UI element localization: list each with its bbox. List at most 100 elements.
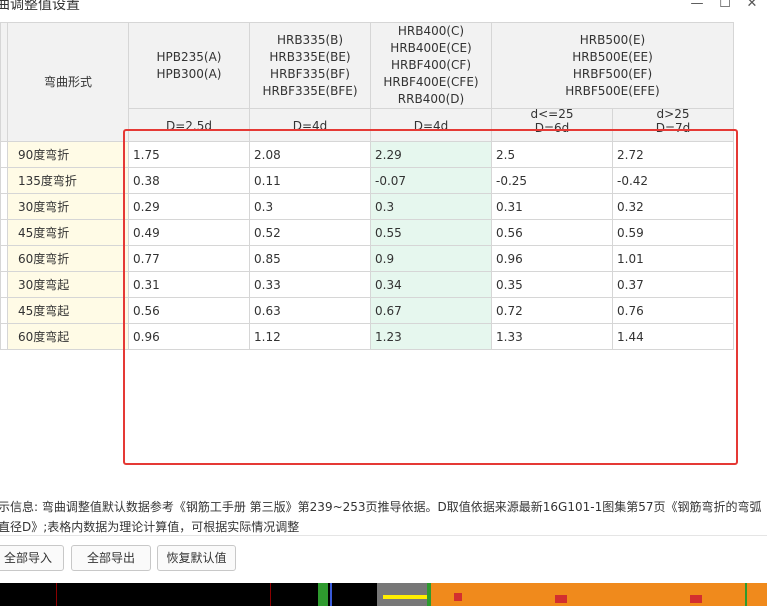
value-cell[interactable]: 0.56	[128, 297, 250, 324]
info-line-1: 示信息: 弯曲调整值默认数据参考《钢筋工手册 第三版》第239~253页推导依据…	[0, 500, 762, 514]
row-label: 30度弯起	[7, 271, 129, 298]
value-cell[interactable]: 1.33	[491, 323, 613, 350]
info-line-2: 直径D》;表格内数据为理论计算值，可根据实际情况调整	[0, 520, 300, 534]
row-label: 60度弯起	[7, 323, 129, 350]
subheader-d-4d-hrb400: D=4d	[370, 108, 492, 142]
group-header-hrb335: HRB335(B) HRB335E(BE) HRBF335(BF) HRBF33…	[249, 22, 371, 109]
export-all-button[interactable]: 全部导出	[71, 545, 151, 571]
value-cell[interactable]: 0.85	[249, 245, 371, 272]
subheader-d-4d-hrb335: D=4d	[249, 108, 371, 142]
taskbar-segment	[745, 583, 747, 606]
row-label: 60度弯折	[7, 245, 129, 272]
row-spacer	[0, 297, 8, 324]
bend-type-header: 弯曲形式	[7, 22, 129, 142]
value-cell[interactable]: 0.55	[370, 219, 492, 246]
taskbar-segment	[454, 593, 462, 601]
taskbar-segment	[270, 583, 271, 606]
maximize-icon[interactable]: ☐	[714, 0, 736, 12]
table-row: 90度弯折 1.75 2.08 2.29 2.5 2.72	[0, 141, 734, 168]
window-title: 曲调整值设置	[0, 0, 80, 13]
taskbar-segment	[427, 583, 431, 606]
group-header-hrb400: HRB400(C) HRB400E(CE) HRBF400(CF) HRBF40…	[370, 22, 492, 109]
taskbar-segment	[555, 595, 567, 603]
taskbar-strip	[0, 583, 767, 606]
subheader-d-2-5d: D=2.5d	[128, 108, 250, 142]
table-row: 60度弯折 0.77 0.85 0.9 0.96 1.01	[0, 245, 734, 272]
value-cell[interactable]: 0.63	[249, 297, 371, 324]
row-spacer	[0, 323, 8, 350]
value-cell[interactable]: 0.72	[491, 297, 613, 324]
value-cell[interactable]: 0.3	[370, 193, 492, 220]
row-label: 45度弯起	[7, 297, 129, 324]
value-cell[interactable]: 0.76	[612, 297, 734, 324]
bend-adjust-table: 弯曲形式 HPB235(A) HPB300(A) HRB335(B) HRB33…	[0, 22, 734, 350]
value-cell[interactable]: 0.33	[249, 271, 371, 298]
import-all-button[interactable]: 全部导入	[0, 545, 64, 571]
value-cell[interactable]: 0.77	[128, 245, 250, 272]
value-cell[interactable]: 1.75	[128, 141, 250, 168]
value-cell[interactable]: 1.44	[612, 323, 734, 350]
table-row: 135度弯折 0.38 0.11 -0.07 -0.25 -0.42	[0, 167, 734, 194]
row-spacer	[0, 271, 8, 298]
subheader-d-gt-25: d>25 D=7d	[612, 108, 734, 142]
value-cell[interactable]: 1.23	[370, 323, 492, 350]
minimize-icon[interactable]: —	[686, 0, 708, 12]
info-text: 示信息: 弯曲调整值默认数据参考《钢筋工手册 第三版》第239~253页推导依据…	[0, 497, 767, 537]
value-cell[interactable]: 0.56	[491, 219, 613, 246]
title-bar: 曲调整值设置 — ☐ ✕	[0, 0, 767, 22]
value-cell[interactable]: 0.67	[370, 297, 492, 324]
row-spacer	[0, 167, 8, 194]
taskbar-segment	[427, 583, 767, 606]
table-row: 30度弯起 0.31 0.33 0.34 0.35 0.37	[0, 271, 734, 298]
close-icon[interactable]: ✕	[741, 0, 763, 12]
value-cell[interactable]: 0.3	[249, 193, 371, 220]
value-cell[interactable]: -0.07	[370, 167, 492, 194]
value-cell[interactable]: 0.52	[249, 219, 371, 246]
value-cell[interactable]: 0.34	[370, 271, 492, 298]
value-cell[interactable]: 2.29	[370, 141, 492, 168]
value-cell[interactable]: 0.9	[370, 245, 492, 272]
row-label: 30度弯折	[7, 193, 129, 220]
value-cell[interactable]: 1.01	[612, 245, 734, 272]
row-spacer	[0, 141, 8, 168]
value-cell[interactable]: 0.29	[128, 193, 250, 220]
value-cell[interactable]: 0.35	[491, 271, 613, 298]
value-cell[interactable]: 2.5	[491, 141, 613, 168]
value-cell[interactable]: -0.42	[612, 167, 734, 194]
value-cell[interactable]: -0.25	[491, 167, 613, 194]
taskbar-segment	[383, 595, 427, 599]
header-spacer	[0, 22, 8, 142]
taskbar-segment	[318, 583, 328, 606]
subheader-d-le-25: d<=25 D=6d	[491, 108, 613, 142]
group-header-hpb: HPB235(A) HPB300(A)	[128, 22, 250, 109]
value-cell[interactable]: 0.96	[491, 245, 613, 272]
row-label: 45度弯折	[7, 219, 129, 246]
row-spacer	[0, 193, 8, 220]
taskbar-segment	[56, 583, 57, 606]
row-spacer	[0, 245, 8, 272]
value-cell[interactable]: 0.37	[612, 271, 734, 298]
row-label: 90度弯折	[7, 141, 129, 168]
table-row: 45度弯起 0.56 0.63 0.67 0.72 0.76	[0, 297, 734, 324]
restore-defaults-button[interactable]: 恢复默认值	[157, 545, 236, 571]
value-cell[interactable]: 1.12	[249, 323, 371, 350]
table-row: 45度弯折 0.49 0.52 0.55 0.56 0.59	[0, 219, 734, 246]
value-cell[interactable]: 0.31	[128, 271, 250, 298]
value-cell[interactable]: 0.32	[612, 193, 734, 220]
taskbar-segment	[330, 583, 332, 606]
table-row: 60度弯起 0.96 1.12 1.23 1.33 1.44	[0, 323, 734, 350]
value-cell[interactable]: 0.11	[249, 167, 371, 194]
row-label: 135度弯折	[7, 167, 129, 194]
taskbar-segment	[690, 595, 702, 603]
value-cell[interactable]: 0.31	[491, 193, 613, 220]
value-cell[interactable]: 0.38	[128, 167, 250, 194]
value-cell[interactable]: 2.08	[249, 141, 371, 168]
divider	[0, 535, 767, 536]
value-cell[interactable]: 0.59	[612, 219, 734, 246]
group-header-hrb500: HRB500(E) HRB500E(EE) HRBF500(EF) HRBF50…	[491, 22, 734, 109]
table-row: 30度弯折 0.29 0.3 0.3 0.31 0.32	[0, 193, 734, 220]
value-cell[interactable]: 2.72	[612, 141, 734, 168]
row-spacer	[0, 219, 8, 246]
value-cell[interactable]: 0.49	[128, 219, 250, 246]
value-cell[interactable]: 0.96	[128, 323, 250, 350]
